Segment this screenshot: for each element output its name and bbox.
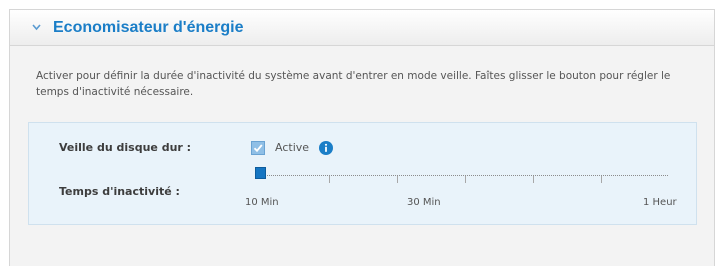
idle-time-label: Temps d'inactivité : — [59, 185, 180, 198]
disk-sleep-label: Veille du disque dur : — [59, 141, 192, 154]
idle-time-slider-handle[interactable] — [255, 167, 266, 179]
slider-tick — [397, 176, 398, 183]
slider-label-min: 10 Min — [245, 197, 279, 208]
slider-tick — [465, 176, 466, 183]
slider-tick — [533, 176, 534, 183]
panel-title: Economisateur d'énergie — [53, 19, 244, 36]
info-icon[interactable] — [319, 141, 333, 155]
slider-tick — [601, 176, 602, 183]
slider-tick — [329, 176, 330, 183]
power-saver-panel: Economisateur d'énergie Activer pour déf… — [9, 9, 715, 266]
disk-sleep-checkbox[interactable] — [251, 141, 265, 155]
slider-label-mid: 30 Min — [407, 197, 441, 208]
slider-label-max: 1 Heur — [643, 197, 677, 208]
section-description: Activer pour définir la durée d'inactivi… — [36, 70, 671, 98]
panel-header[interactable]: Economisateur d'énergie — [10, 10, 714, 46]
chevron-down-icon[interactable] — [32, 23, 41, 32]
disk-sleep-checkbox-label[interactable]: Active — [275, 141, 309, 154]
idle-time-slider-track[interactable] — [258, 175, 668, 176]
checkmark-icon — [253, 144, 263, 153]
settings-box: Veille du disque dur : Active Temps d'in… — [28, 122, 697, 225]
